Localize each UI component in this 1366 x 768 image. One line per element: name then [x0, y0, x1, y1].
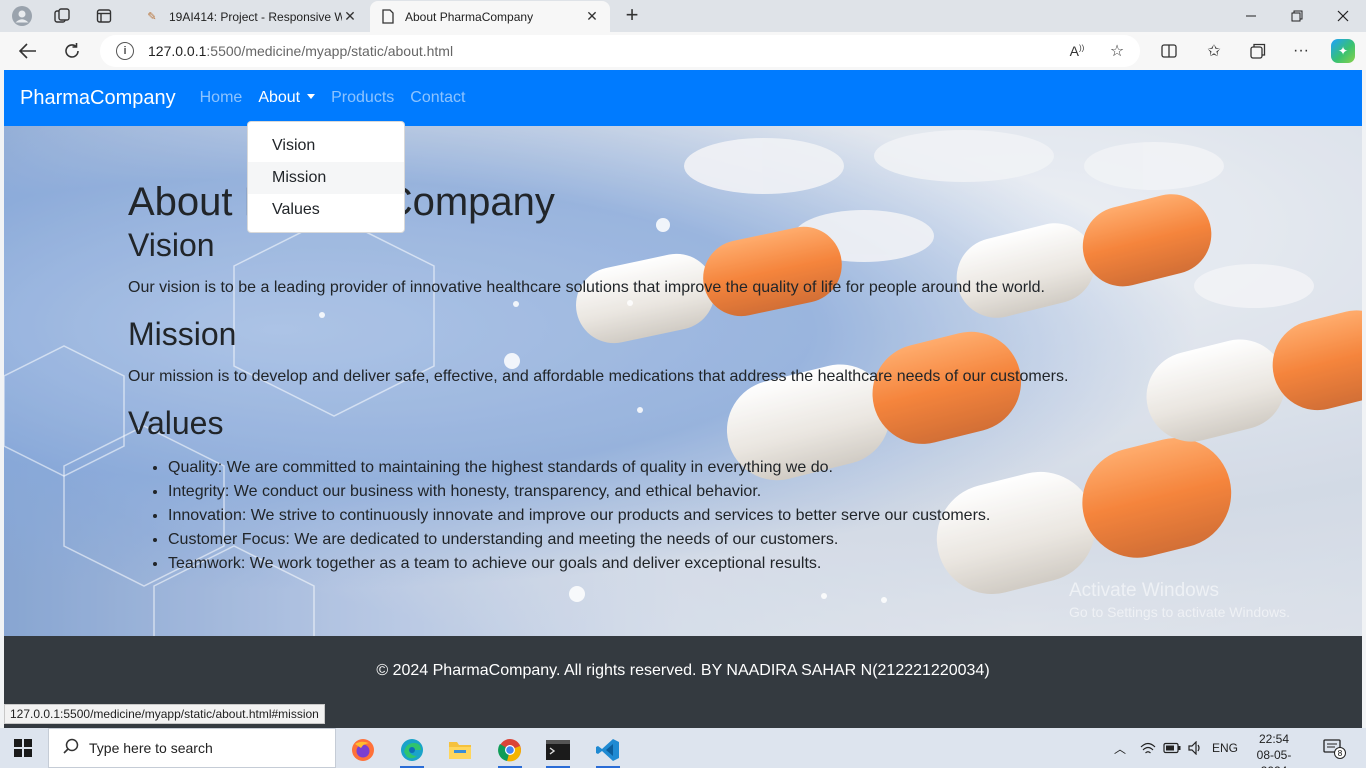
more-options-icon[interactable]: ···	[1287, 38, 1315, 64]
navbar-brand[interactable]: PharmaCompany	[20, 87, 176, 110]
nav-link-home[interactable]: Home	[200, 89, 243, 107]
dropdown-item-values[interactable]: Values	[248, 194, 404, 226]
volume-icon[interactable]	[1188, 728, 1204, 768]
list-item: Innovation: We strive to continuously in…	[168, 504, 1128, 528]
windows-start-icon[interactable]	[14, 739, 32, 757]
mission-text: Our mission is to develop and deliver sa…	[128, 368, 1069, 385]
values-heading: Values	[128, 405, 224, 441]
language-indicator[interactable]: ENG	[1212, 728, 1238, 768]
close-window-icon[interactable]	[1320, 0, 1366, 32]
dropdown-item-vision[interactable]: Vision	[248, 130, 404, 162]
show-hidden-icons[interactable]: ︿	[1114, 728, 1126, 768]
tab-close-icon[interactable]: ✕	[342, 8, 358, 25]
hero-section: About PharmaCompany Vision Our vision is…	[4, 126, 1362, 636]
page-viewport: PharmaCompany Home About Products Contac…	[4, 70, 1362, 728]
read-aloud-icon[interactable]: A))	[1063, 38, 1091, 64]
network-icon[interactable]	[1140, 728, 1156, 768]
list-item: Integrity: We conduct our business with …	[168, 480, 1128, 504]
collections-icon[interactable]	[1244, 38, 1272, 64]
search-icon	[63, 738, 79, 759]
tab-actions-icon[interactable]	[90, 4, 118, 28]
values-list: Quality: We are committed to maintaining…	[168, 456, 1128, 576]
file-explorer-icon[interactable]	[440, 732, 480, 768]
link-status-bar: 127.0.0.1:5500/medicine/myapp/static/abo…	[4, 704, 325, 724]
notifications-icon[interactable]: 8	[1320, 737, 1348, 759]
tab-project[interactable]: ✎ 19AI414: Project - Responsive We ✕	[134, 1, 368, 32]
favorites-icon[interactable]: ✩	[1200, 38, 1228, 64]
nav-link-contact[interactable]: Contact	[410, 89, 465, 107]
copilot-icon[interactable]: ✦	[1331, 39, 1355, 63]
tab-favicon-icon: ✎	[147, 11, 157, 23]
site-info-icon[interactable]: i	[116, 42, 134, 60]
about-content: About PharmaCompany Vision Our vision is…	[128, 178, 1128, 576]
search-placeholder: Type here to search	[89, 740, 213, 756]
dropdown-item-mission[interactable]: Mission	[248, 162, 404, 194]
split-screen-icon[interactable]	[1155, 38, 1183, 64]
battery-icon[interactable]	[1163, 728, 1181, 768]
notification-count: 8	[1338, 749, 1343, 758]
taskbar-clock[interactable]: 22:54 08-05-2024	[1244, 731, 1304, 768]
clock-date: 08-05-2024	[1256, 748, 1292, 768]
caret-down-icon	[307, 94, 316, 99]
footer-copyright: © 2024 PharmaCompany. All rights reserve…	[376, 662, 990, 679]
profile-icon[interactable]	[8, 4, 36, 28]
edge-icon[interactable]	[392, 732, 432, 768]
tab-title: 19AI414: Project - Responsive We	[169, 9, 342, 24]
watermark-title: Activate Windows	[1069, 580, 1219, 601]
page-favicon-icon	[380, 9, 396, 25]
tab-about[interactable]: About PharmaCompany ✕	[370, 1, 610, 32]
list-item: Teamwork: We work together as a team to …	[168, 552, 1128, 576]
site-navbar: PharmaCompany Home About Products Contac…	[4, 70, 1362, 126]
clock-time: 22:54	[1258, 732, 1290, 746]
taskbar-search-input[interactable]: Type here to search	[48, 728, 336, 768]
about-dropdown-menu: Vision Mission Values	[247, 121, 405, 233]
address-bar: i 127.0.0.1:5500/medicine/myapp/static/a…	[0, 32, 1366, 70]
url-text: 127.0.0.1:5500/medicine/myapp/static/abo…	[148, 43, 454, 59]
minimize-icon[interactable]	[1228, 0, 1274, 32]
restore-icon[interactable]	[1274, 0, 1320, 32]
chrome-icon[interactable]	[490, 732, 530, 768]
firefox-icon[interactable]	[343, 732, 383, 768]
list-item: Customer Focus: We are dedicated to unde…	[168, 528, 1128, 552]
terminal-icon[interactable]	[538, 732, 578, 768]
nav-link-products[interactable]: Products	[331, 89, 394, 107]
workspaces-icon[interactable]	[48, 4, 76, 28]
refresh-icon[interactable]	[58, 38, 86, 64]
list-item: Quality: We are committed to maintaining…	[168, 456, 1128, 480]
vscode-icon[interactable]	[588, 732, 628, 768]
tab-close-icon[interactable]: ✕	[584, 8, 600, 25]
nav-link-about[interactable]: About	[258, 89, 316, 107]
url-input[interactable]: i 127.0.0.1:5500/medicine/myapp/static/a…	[100, 35, 1140, 67]
new-tab-icon[interactable]: +	[620, 4, 644, 28]
back-icon[interactable]	[14, 38, 42, 64]
activate-windows-watermark: Activate Windows Go to Settings to activ…	[1069, 580, 1290, 620]
windows-taskbar: Type here to search ︿ ENG 22:54 08-05-20…	[0, 728, 1366, 768]
tab-strip: ✎ 19AI414: Project - Responsive We ✕ Abo…	[0, 0, 1366, 32]
favorite-star-icon[interactable]: ☆	[1103, 38, 1131, 64]
mission-heading: Mission	[128, 316, 237, 352]
watermark-subtitle: Go to Settings to activate Windows.	[1069, 604, 1290, 620]
tab-title: About PharmaCompany	[405, 9, 534, 24]
vision-text: Our vision is to be a leading provider o…	[128, 279, 1045, 296]
